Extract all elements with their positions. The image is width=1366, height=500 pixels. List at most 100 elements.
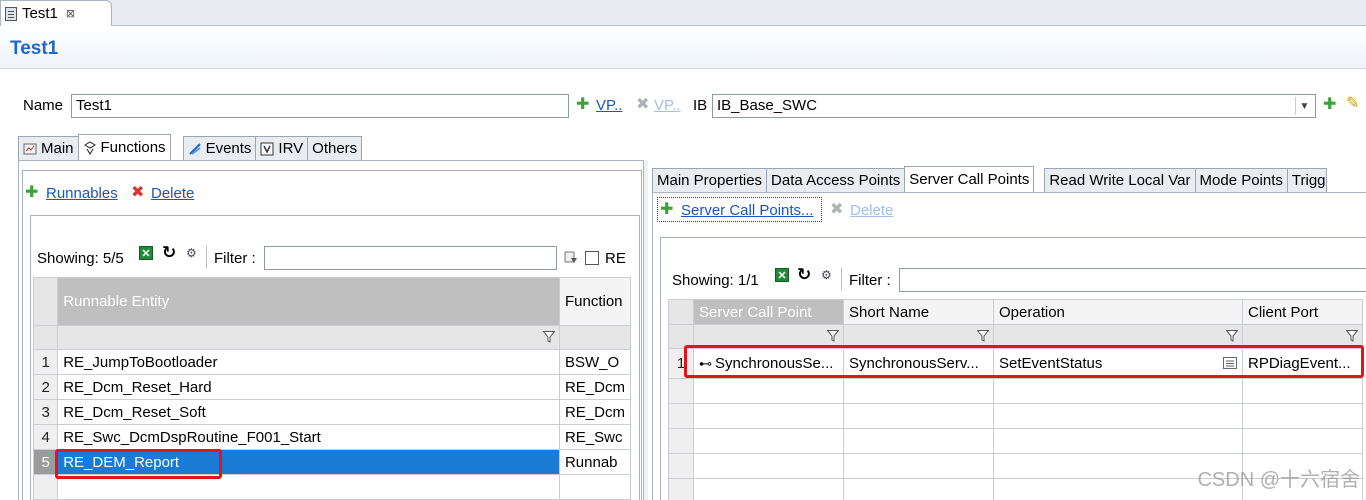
tab-read-write-local-var[interactable]: Read Write Local Var <box>1044 168 1196 192</box>
watermark: CSDN @十六宿舍 <box>1197 469 1360 491</box>
tab-events[interactable]: Events <box>182 136 257 160</box>
name-field[interactable]: Test1 <box>71 94 569 118</box>
tab-mode-points[interactable]: Mode Points <box>1194 168 1288 192</box>
function-cell[interactable]: RE_Dcm <box>558 399 631 425</box>
document-icon <box>5 6 17 21</box>
empty-cell <box>558 474 631 500</box>
toolbar-divider <box>206 246 207 268</box>
empty-cell <box>693 453 844 479</box>
ib-select[interactable]: IB_Base_SWC ▼ <box>712 94 1316 118</box>
function-cell[interactable]: RE_Dcm <box>558 374 631 400</box>
row-number <box>33 474 59 500</box>
column-header-runnable-entity[interactable]: Runnable Entity <box>57 277 560 326</box>
delete-icon: ✖ <box>830 201 844 218</box>
row-number: 2 <box>33 374 59 400</box>
runnables-filter-label: Filter : <box>214 250 256 267</box>
table-corner <box>668 299 694 325</box>
filter-funnel-icon[interactable] <box>542 331 555 343</box>
delete-icon[interactable]: ✖ <box>131 182 144 202</box>
panel-splitter[interactable] <box>644 160 648 500</box>
column-header-server-call-point[interactable]: Server Call Point <box>693 299 844 325</box>
tab-others[interactable]: Others <box>307 136 363 160</box>
filter-funnel-icon[interactable] <box>827 330 839 342</box>
table-row[interactable]: 3 RE_Dcm_Reset_Soft RE_Dcm <box>33 399 631 425</box>
tab-triggers[interactable]: Trigg <box>1286 168 1327 192</box>
tab-main-properties[interactable]: Main Properties <box>652 168 768 192</box>
function-cell[interactable]: RE_Swc <box>558 424 631 450</box>
tab-events-label: Events <box>205 140 252 157</box>
close-icon[interactable]: ⊠ <box>66 7 75 20</box>
add-icon[interactable]: ✚ <box>660 199 673 219</box>
add-icon[interactable]: ✚ <box>576 94 589 114</box>
table-corner <box>33 277 59 326</box>
irv-tab-icon <box>260 142 274 155</box>
add-runnables-link[interactable]: Runnables <box>46 185 118 202</box>
runnable-name-cell[interactable]: RE_Dcm_Reset_Soft <box>57 399 560 425</box>
empty-cell <box>843 403 994 429</box>
tab-server-call-points[interactable]: Server Call Points <box>904 166 1035 192</box>
tab-main[interactable]: Main <box>18 136 79 160</box>
tab-functions[interactable]: Functions <box>77 134 171 160</box>
vp-add-link[interactable]: VP.. <box>596 97 622 114</box>
add-icon[interactable]: ✚ <box>25 182 38 202</box>
refresh-icon[interactable]: ↻ <box>162 243 176 263</box>
table-row[interactable]: 4 RE_Swc_DcmDspRoutine_F001_Start RE_Swc <box>33 424 631 450</box>
column-header-operation[interactable]: Operation <box>993 299 1243 325</box>
filter-funnel-icon[interactable] <box>1226 330 1238 342</box>
filter-cell[interactable] <box>57 325 560 350</box>
pencil-icon[interactable]: ✎ <box>1346 93 1359 113</box>
remove-icon: ✖ <box>636 96 650 113</box>
re-checkbox[interactable] <box>585 251 599 265</box>
empty-cell <box>993 403 1243 429</box>
row-number <box>668 453 694 479</box>
editor-tab-test1[interactable]: Test1 ⊠ <box>0 0 112 26</box>
function-cell[interactable]: Runnab <box>558 449 631 475</box>
empty-cell <box>1242 428 1363 454</box>
empty-cell <box>1242 403 1363 429</box>
table-row[interactable]: 1 RE_JumpToBootloader BSW_O <box>33 349 631 375</box>
runnable-name-cell[interactable]: RE_Dcm_Reset_Hard <box>57 374 560 400</box>
row-number <box>668 428 694 454</box>
row-number <box>668 478 694 500</box>
add-icon[interactable]: ✚ <box>1323 94 1336 114</box>
filter-row-corner <box>33 325 59 350</box>
re-checkbox-label: RE <box>605 250 626 267</box>
column-header-function[interactable]: Function <box>558 277 631 326</box>
refresh-icon[interactable]: ↻ <box>797 265 811 285</box>
tab-label: Trigg <box>1291 172 1326 189</box>
excel-export-icon[interactable] <box>139 246 153 260</box>
column-header-client-port[interactable]: Client Port <box>1242 299 1363 325</box>
editor-tab-strip <box>0 0 1366 26</box>
add-server-call-points-link[interactable]: Server Call Points... <box>681 202 814 219</box>
settings-icon[interactable]: ⚙ <box>821 268 832 282</box>
excel-export-icon[interactable] <box>775 268 789 282</box>
function-cell[interactable]: BSW_O <box>558 349 631 375</box>
runnables-filter-input[interactable] <box>264 246 557 270</box>
clear-filter-icon[interactable] <box>564 250 578 264</box>
table-row[interactable]: 2 RE_Dcm_Reset_Hard RE_Dcm <box>33 374 631 400</box>
runnable-name-cell[interactable]: RE_JumpToBootloader <box>57 349 560 375</box>
delete-server-call-points-link: Delete <box>850 202 894 219</box>
chevron-down-icon[interactable]: ▼ <box>1295 97 1313 115</box>
column-header-short-name[interactable]: Short Name <box>843 299 994 325</box>
table-row-empty <box>668 428 1363 454</box>
filter-cell[interactable] <box>558 325 631 350</box>
empty-cell <box>843 453 994 479</box>
server-call-filter-input[interactable] <box>899 268 1366 292</box>
tab-data-access-points[interactable]: Data Access Points <box>766 168 906 192</box>
settings-icon[interactable]: ⚙ <box>186 246 197 260</box>
empty-cell <box>993 378 1243 404</box>
vp-remove-link: VP.. <box>654 97 681 114</box>
runnable-name-cell[interactable]: RE_Swc_DcmDspRoutine_F001_Start <box>57 424 560 450</box>
tab-irv-label: IRV <box>278 140 304 157</box>
filter-funnel-icon[interactable] <box>1346 330 1358 342</box>
name-label: Name <box>23 97 64 114</box>
main-tab-strip: Main Functions Events IRV Others <box>18 134 363 160</box>
main-tab-icon <box>23 143 37 154</box>
empty-cell <box>693 478 844 500</box>
form-header <box>0 27 1366 69</box>
filter-funnel-icon[interactable] <box>977 330 989 342</box>
delete-runnables-link[interactable]: Delete <box>151 185 194 202</box>
tab-irv[interactable]: IRV <box>255 136 309 160</box>
table-row-empty <box>668 378 1363 404</box>
